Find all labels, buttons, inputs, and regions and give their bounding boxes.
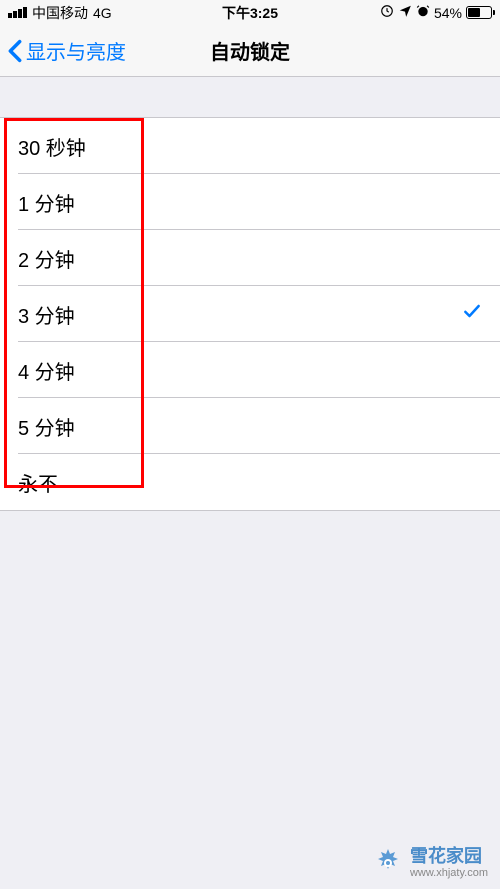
location-icon: [398, 4, 412, 21]
page-title: 自动锁定: [210, 36, 290, 65]
option-label: 3 分钟: [18, 300, 75, 329]
option-label: 30 秒钟: [18, 132, 86, 161]
autolock-option[interactable]: 2 分钟: [0, 230, 500, 286]
autolock-options-list: 30 秒钟 1 分钟 2 分钟 3 分钟 4 分钟 5 分钟永不: [0, 117, 500, 511]
checkmark-icon: [462, 301, 482, 327]
back-button[interactable]: 显示与亮度: [0, 36, 126, 65]
carrier-label: 中国移动: [32, 3, 88, 23]
autolock-option[interactable]: 1 分钟: [0, 174, 500, 230]
snowflake-icon: [372, 847, 404, 879]
orientation-lock-icon: [380, 4, 394, 21]
autolock-option[interactable]: 5 分钟: [0, 398, 500, 454]
option-label: 4 分钟: [18, 356, 75, 385]
battery-icon: [466, 6, 492, 19]
chevron-left-icon: [8, 39, 22, 63]
watermark-url: www.xhjaty.com: [410, 867, 488, 879]
autolock-option[interactable]: 30 秒钟: [0, 118, 500, 174]
alarm-icon: [416, 4, 430, 21]
autolock-option[interactable]: 永不: [0, 454, 500, 510]
autolock-option[interactable]: 4 分钟: [0, 342, 500, 398]
watermark: 雪花家园 www.xhjaty.com: [372, 847, 488, 879]
autolock-option[interactable]: 3 分钟: [0, 286, 500, 342]
status-bar: 中国移动 4G 下午3:25 54%: [0, 0, 500, 25]
option-label: 2 分钟: [18, 244, 75, 273]
signal-icon: [8, 7, 27, 18]
watermark-title: 雪花家园: [410, 847, 488, 867]
status-time: 下午3:25: [222, 3, 278, 23]
option-label: 永不: [18, 468, 58, 497]
battery-percent: 54%: [434, 5, 462, 21]
option-label: 1 分钟: [18, 188, 75, 217]
nav-bar: 显示与亮度 自动锁定: [0, 25, 500, 77]
option-label: 5 分钟: [18, 412, 75, 441]
status-left: 中国移动 4G: [8, 3, 112, 23]
status-right: 54%: [380, 4, 492, 21]
back-label: 显示与亮度: [26, 36, 126, 65]
network-label: 4G: [93, 5, 112, 21]
